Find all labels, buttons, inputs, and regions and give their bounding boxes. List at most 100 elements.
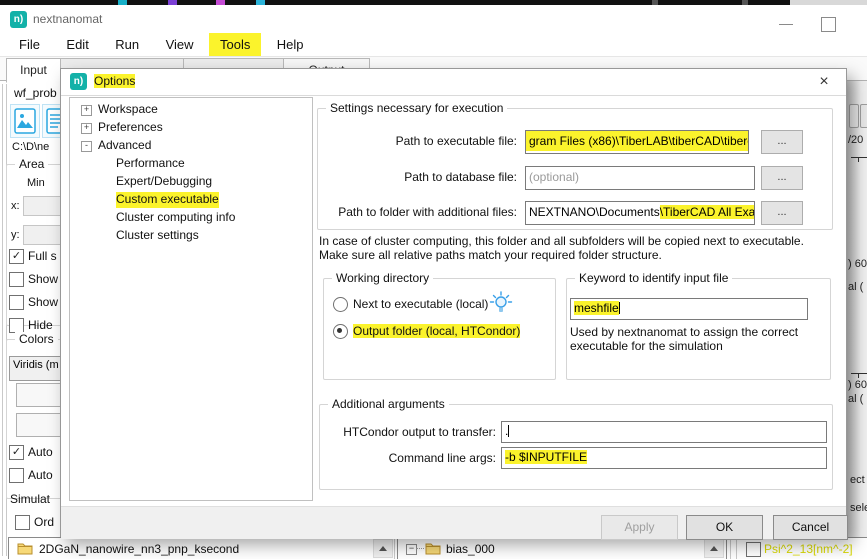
command-line-args-value: -b $INPUTFILE <box>505 450 587 464</box>
folder-path-value-plain: NEXTNANO\Documents <box>529 205 660 219</box>
tree-item-expert-debugging[interactable]: Expert/Debugging <box>116 174 212 190</box>
chevron-up-icon <box>379 546 387 551</box>
expand-icon[interactable]: + <box>81 123 92 134</box>
splitter[interactable] <box>2 84 3 556</box>
color-button-2[interactable] <box>16 413 62 437</box>
cancel-button[interactable]: Cancel <box>773 515 848 540</box>
y-min-input[interactable] <box>23 225 62 245</box>
axis-fragment <box>858 373 859 378</box>
dataset-list-panel: Psi^2_13[nm^-2] <box>740 537 867 559</box>
db-path-input[interactable]: (optional) <box>525 166 755 190</box>
axis-fragment <box>851 373 867 374</box>
show-label-2: Show <box>28 295 58 309</box>
tree-item-cluster-computing-info[interactable]: Cluster computing info <box>116 210 235 226</box>
menu-run[interactable]: Run <box>104 33 150 56</box>
folder-path-value-highlight: \TiberCAD All Examples <box>660 205 755 219</box>
auto-checkbox-1[interactable]: ✓ <box>9 445 24 460</box>
keyword-caption-line1: Used by nextnanomat to assign the correc… <box>570 325 798 339</box>
tab-input[interactable]: Input <box>6 58 61 83</box>
screen: n) nextnanomat File Edit Run View Tools … <box>0 0 867 559</box>
keyword-title: Keyword to identify input file <box>575 271 732 285</box>
keyword-input[interactable]: meshfile <box>570 298 808 320</box>
dialog-app-icon: n) <box>70 73 87 90</box>
db-path-placeholder: (optional) <box>529 170 579 184</box>
next-to-executable-radio[interactable] <box>333 297 348 312</box>
y-label: y: <box>11 229 20 241</box>
output-folder-radio[interactable] <box>333 324 348 339</box>
axis-text-fragment: ) 60 <box>848 379 867 391</box>
color-button-1[interactable] <box>16 383 62 407</box>
auto-checkbox-2[interactable] <box>9 468 24 483</box>
htcondor-output-input[interactable]: . <box>501 421 827 443</box>
folder-icon <box>17 542 33 559</box>
cluster-note-line1: In case of cluster computing, this folde… <box>319 234 804 248</box>
auto-label-2: Auto <box>28 468 53 482</box>
text-caret <box>619 302 620 314</box>
order-checkbox[interactable] <box>15 515 30 530</box>
order-label: Ord <box>34 515 54 529</box>
apply-button[interactable]: Apply <box>601 515 678 540</box>
output-tree-item[interactable]: bias_000 <box>446 542 495 556</box>
menu-help[interactable]: Help <box>266 33 315 56</box>
folder-browse-button[interactable]: ... <box>761 201 803 225</box>
collapse-icon[interactable]: − <box>406 544 417 555</box>
dataset-checkbox[interactable] <box>746 542 761 557</box>
db-browse-button[interactable]: ... <box>761 166 803 190</box>
command-line-args-input[interactable]: -b $INPUTFILE <box>501 447 827 469</box>
exe-path-value: gram Files (x86)\TiberLAB\tiberCAD\tiber… <box>526 131 748 151</box>
output-tree-panel: − bias_000 <box>397 537 727 559</box>
tree-item-custom-executable[interactable]: Custom executable <box>116 192 219 208</box>
file-list-item[interactable]: 2DGaN_nanowire_nn3_pnp_ksecond <box>39 542 239 556</box>
minimize-icon[interactable] <box>779 24 793 25</box>
hide-checkbox[interactable] <box>9 318 24 333</box>
splitter[interactable] <box>730 538 731 559</box>
file-path-label: C:\D\ne <box>12 141 49 153</box>
ok-button[interactable]: OK <box>686 515 763 540</box>
tree-item-performance[interactable]: Performance <box>116 156 185 172</box>
exe-browse-button[interactable]: ... <box>761 130 803 154</box>
dataset-item[interactable]: Psi^2_13[nm^-2] <box>764 542 853 556</box>
splitter[interactable] <box>736 538 737 559</box>
image-view-button[interactable] <box>10 104 40 138</box>
scroll-up-button[interactable] <box>373 539 393 558</box>
show-checkbox-2[interactable] <box>9 295 24 310</box>
command-line-args-label: Command line args: <box>256 451 496 465</box>
picture-icon <box>14 108 36 134</box>
collapse-icon[interactable]: - <box>81 141 92 152</box>
folder-path-input[interactable]: NEXTNANO\Documents\TiberCAD All Examples <box>525 201 755 225</box>
menu-view[interactable]: View <box>155 33 205 56</box>
text-fragment: ect <box>850 474 865 486</box>
axis-text-fragment: al ( <box>848 393 863 405</box>
splitter[interactable] <box>394 538 395 559</box>
tree-item-workspace[interactable]: Workspace <box>98 102 158 118</box>
scroll-up-button[interactable] <box>704 539 724 558</box>
maximize-icon[interactable] <box>821 17 836 32</box>
tree-connector <box>416 548 424 549</box>
axis-text-fragment: ) 60 <box>848 258 867 270</box>
sidebar-doc-tab[interactable]: wf_prob <box>14 86 57 100</box>
x-min-input[interactable] <box>23 196 62 216</box>
toolbar-button-fragment <box>860 104 867 128</box>
close-icon[interactable]: × <box>808 69 840 94</box>
htcondor-output-label: HTCondor output to transfer: <box>256 425 496 439</box>
full-size-checkbox[interactable]: ✓ <box>9 249 24 264</box>
menu-edit[interactable]: Edit <box>55 33 99 56</box>
expand-icon[interactable]: + <box>81 105 92 116</box>
options-tree: + Workspace + Preferences - Advanced Per… <box>69 97 313 501</box>
menu-tools[interactable]: Tools <box>209 33 261 56</box>
file-list-panel: 2DGaN_nanowire_nn3_pnp_ksecond <box>8 537 395 559</box>
axis-fragment <box>858 157 859 162</box>
axis-fragment <box>851 157 867 158</box>
menu-file[interactable]: File <box>8 33 51 56</box>
lightbulb-icon <box>489 291 513 320</box>
output-folder-label: Output folder (local, HTCondor) <box>353 324 520 338</box>
tree-item-cluster-settings[interactable]: Cluster settings <box>116 228 199 244</box>
tree-item-preferences[interactable]: Preferences <box>98 120 163 136</box>
dialog-titlebar: n) Options × <box>61 69 846 96</box>
exe-path-input[interactable]: gram Files (x86)\TiberLAB\tiberCAD\tiber… <box>525 130 749 154</box>
chevron-up-icon <box>710 546 718 551</box>
next-to-executable-label: Next to executable (local) <box>353 297 488 311</box>
x-label: x: <box>11 200 20 212</box>
show-checkbox-1[interactable] <box>9 272 24 287</box>
tree-item-advanced[interactable]: Advanced <box>98 138 151 154</box>
